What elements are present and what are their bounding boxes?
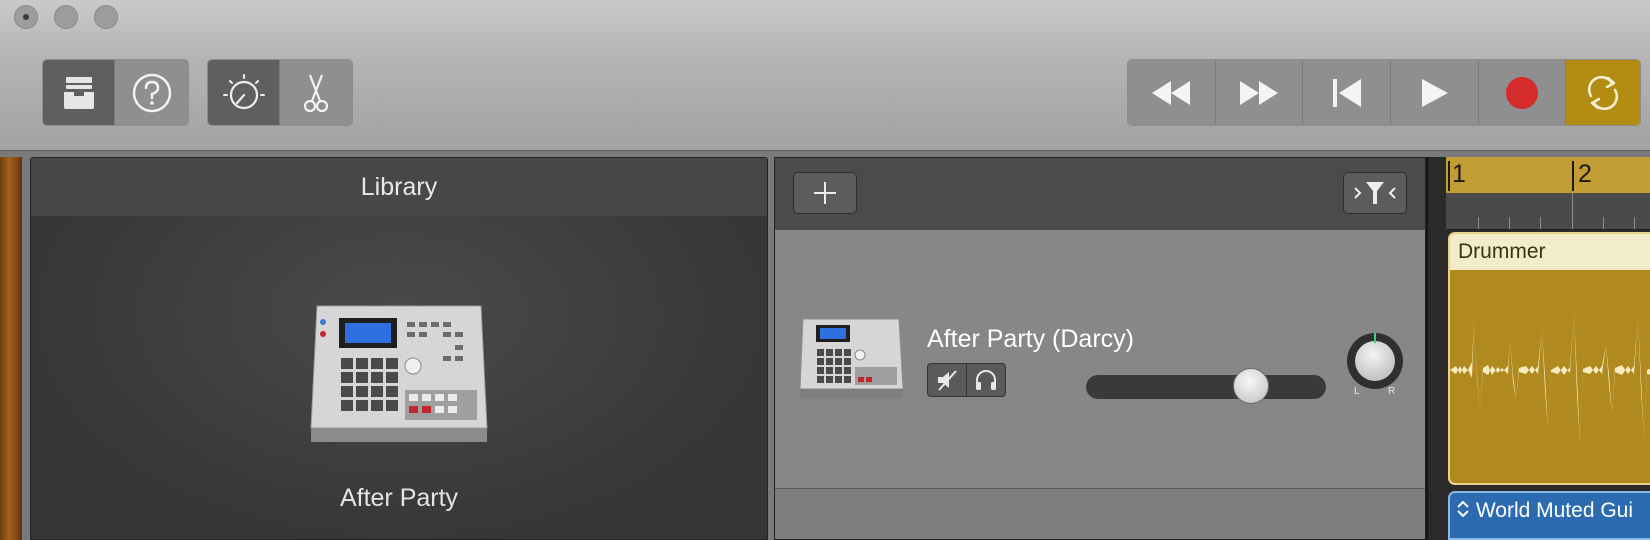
volume-slider-thumb[interactable] (1232, 368, 1269, 404)
library-tray-icon (63, 76, 94, 109)
view-button-group (42, 59, 189, 126)
record-icon (1505, 76, 1538, 109)
bar-marker-2 (1572, 161, 1574, 191)
fast-forward-button[interactable] (1215, 60, 1304, 125)
drummer-region[interactable]: Drummer (1448, 232, 1650, 485)
library-header: Library (31, 158, 767, 217)
bar-marker-1 (1448, 161, 1450, 191)
beat-tick (1509, 217, 1510, 229)
guitar-region[interactable]: World Muted Gui (1448, 491, 1650, 540)
rewind-icon (1152, 80, 1191, 105)
drum-machine-icon (799, 318, 904, 398)
drum-machine-icon (310, 305, 488, 442)
smart-controls-button[interactable] (208, 60, 280, 125)
up-down-chevron-icon (1457, 500, 1469, 518)
rewind-button[interactable] (1128, 60, 1216, 125)
pan-knob[interactable] (1347, 333, 1403, 389)
library-content: After Party (31, 216, 767, 539)
toolbar (0, 0, 1650, 151)
mute-speaker-icon (938, 370, 957, 391)
cycle-button[interactable] (1566, 60, 1640, 125)
filter-button[interactable] (1343, 172, 1407, 214)
filter-icon (1354, 182, 1396, 204)
mute-button[interactable] (927, 363, 967, 397)
bar-number-2: 2 (1578, 160, 1592, 188)
scissors-icon (303, 74, 329, 112)
record-button[interactable] (1478, 60, 1567, 125)
fast-forward-icon (1239, 80, 1278, 105)
beat-tick (1603, 217, 1604, 229)
track-name[interactable]: After Party (Darcy) (927, 325, 1134, 354)
drummer-region-label: Drummer (1450, 234, 1650, 270)
question-circle-icon (132, 73, 171, 112)
library-panel: Library After Party (30, 157, 768, 540)
pan-right-label: R (1388, 386, 1396, 397)
beat-tick (1478, 217, 1479, 229)
beat-tick (1634, 217, 1635, 229)
headphones-icon (976, 370, 996, 390)
selected-kit-name: After Party (339, 484, 459, 512)
close-dot-icon (23, 14, 29, 20)
zoom-window-button[interactable] (94, 5, 118, 29)
kit-preview[interactable] (309, 300, 491, 450)
play-icon (1422, 78, 1449, 107)
track-icon (799, 315, 905, 403)
beat-tick (1540, 217, 1541, 229)
help-button[interactable] (115, 60, 188, 125)
timeline-area[interactable]: 1 2 Drummer World Muted Gui (1426, 157, 1650, 540)
pan-indicator (1374, 333, 1376, 343)
smart-controls-dial-icon (222, 73, 265, 109)
minimize-window-button[interactable] (54, 5, 78, 29)
pan-knob-cap (1355, 341, 1395, 381)
timeline-ruler[interactable] (1446, 193, 1650, 230)
transport-controls (1127, 59, 1641, 126)
editor-button-group (207, 59, 353, 126)
editors-button[interactable] (280, 60, 352, 125)
cycle-icon (1588, 75, 1619, 110)
pan-left-label: L (1354, 386, 1360, 397)
guitar-region-name: World Muted Gui (1475, 499, 1634, 522)
tracks-panel: After Party (Darcy) L R (774, 157, 1426, 540)
bar-tick (1572, 193, 1573, 229)
cycle-region-ruler[interactable]: 1 2 (1446, 157, 1650, 193)
volume-slider[interactable] (1086, 368, 1326, 404)
play-button[interactable] (1390, 60, 1479, 125)
solo-button[interactable] (966, 363, 1006, 397)
drummer-waveform (1450, 312, 1650, 445)
library-title: Library (360, 172, 438, 201)
bar-number-1: 1 (1452, 160, 1466, 188)
close-window-button[interactable] (14, 5, 38, 29)
guitar-region-label: World Muted Gui (1450, 493, 1650, 523)
skip-to-start-icon (1332, 78, 1361, 107)
add-track-button[interactable] (793, 172, 857, 214)
library-button[interactable] (43, 60, 116, 125)
wood-side-panel (0, 157, 22, 540)
plus-icon (814, 182, 836, 204)
tracks-header (775, 158, 1425, 231)
go-to-beginning-button[interactable] (1303, 60, 1391, 125)
track-header-row[interactable]: After Party (Darcy) L R (775, 230, 1425, 489)
